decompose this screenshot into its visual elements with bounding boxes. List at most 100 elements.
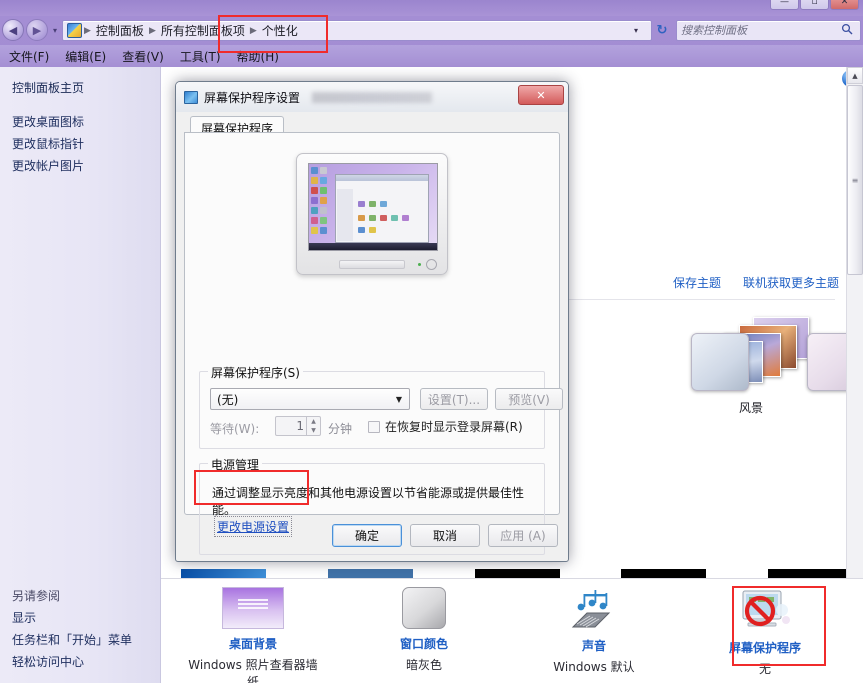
back-icon[interactable]: ◀ — [2, 19, 24, 41]
dialog-close-button[interactable]: ✕ — [518, 85, 564, 105]
desktop-background-icon — [222, 587, 284, 629]
close-button[interactable]: ✕ — [830, 0, 859, 10]
bottom-item-subtitle: Windows 默认 — [553, 660, 635, 674]
breadcrumb-separator: ▶ — [84, 25, 91, 36]
menu-tools[interactable]: 工具(T) — [173, 46, 228, 67]
scrollbar-thumb[interactable]: ≡ — [847, 85, 863, 275]
breadcrumb-item-all-items[interactable]: 所有控制面板项 — [158, 22, 248, 39]
stepper-down-icon[interactable]: ▼ — [306, 426, 320, 435]
theme-actions: 保存主题 联机获取更多主题 — [673, 274, 839, 291]
dialog-title-blurred-region — [312, 91, 433, 103]
chevron-down-icon[interactable]: ▼ — [390, 390, 408, 408]
screensaver-dropdown[interactable]: (无) ▼ — [210, 388, 410, 410]
ok-button[interactable]: 确定 — [332, 524, 402, 547]
screensaver-settings-dialog[interactable]: 屏幕保护程序设置 ✕ 屏幕保护程序 屏幕保护程序(S) (无) ▼ 设置(T).… — [175, 81, 569, 562]
bottom-item-title[interactable]: 屏幕保护程序 — [695, 639, 835, 656]
mini-control-panel-window — [335, 174, 429, 243]
window-color-icon — [402, 587, 446, 629]
minimize-button[interactable]: — — [770, 0, 799, 10]
see-also-section: 另请参阅 显示 任务栏和「开始」菜单 轻松访问中心 — [0, 585, 161, 673]
monitor-led-icon — [418, 263, 421, 266]
screensaver-icon — [734, 587, 796, 633]
sound-icon — [565, 587, 623, 631]
save-theme-link[interactable]: 保存主题 — [673, 274, 721, 291]
dialog-tab-page: 屏幕保护程序(S) (无) ▼ 设置(T)... 预览(V) 等待(W): 1 … — [184, 132, 563, 555]
show-logon-screen-checkbox[interactable]: 在恢复时显示登录屏幕(R) — [368, 418, 523, 435]
theme-selected-tile — [691, 333, 749, 391]
bottom-item-subtitle: 暗灰色 — [405, 658, 442, 672]
dialog-button-row: 确定 取消 应用 (A) — [332, 524, 558, 547]
monitor-preview — [296, 153, 448, 275]
monitor-stand — [339, 260, 405, 269]
checkbox-label: 在恢复时显示登录屏幕(R) — [385, 420, 523, 434]
power-group-label: 电源管理 — [208, 456, 263, 473]
change-power-settings-link[interactable]: 更改电源设置 — [214, 516, 293, 537]
search-icon[interactable] — [841, 23, 853, 38]
sidebar-item-change-desktop-icons[interactable]: 更改桌面图标 — [0, 111, 160, 133]
get-more-themes-online-link[interactable]: 联机获取更多主题 — [743, 274, 839, 291]
wait-unit-label: 分钟 — [328, 422, 353, 436]
bottom-item-desktop-background[interactable]: 桌面背景 Windows 照片查看器墙纸 — [183, 587, 323, 683]
theme-label: 风景 — [738, 401, 763, 415]
sidebar-item-control-panel-home[interactable]: 控制面板主页 — [0, 77, 160, 99]
wait-minutes-value: 1 — [296, 419, 304, 433]
control-panel-icon — [67, 23, 82, 38]
window-control-buttons: — ▫ ✕ — [770, 0, 859, 10]
sidebar-item-ease-of-access-center[interactable]: 轻松访问中心 — [0, 651, 161, 673]
cancel-button[interactable]: 取消 — [410, 524, 480, 547]
mini-window-titlebar — [336, 175, 428, 181]
bottom-item-window-color[interactable]: 窗口颜色 暗灰色 — [354, 587, 494, 673]
menu-view[interactable]: 查看(V) — [115, 46, 171, 67]
maximize-button[interactable]: ▫ — [800, 0, 829, 10]
bottom-item-subtitle: Windows 照片查看器墙纸 — [188, 658, 318, 683]
breadcrumb[interactable]: ▶ 控制面板 ▶ 所有控制面板项 ▶ 个性化 — [62, 20, 652, 41]
screensaver-group-label: 屏幕保护程序(S) — [208, 364, 303, 381]
screensaver-settings-icon — [184, 90, 198, 104]
recent-pages-chevron-down-icon[interactable]: ▾ — [50, 27, 60, 35]
breadcrumb-separator: ▶ — [249, 25, 257, 36]
breadcrumb-separator: ▶ — [148, 25, 156, 36]
bottom-item-subtitle: 无 — [758, 662, 771, 676]
screensaver-preview-button[interactable]: 预览(V) — [495, 388, 563, 410]
screensaver-settings-button[interactable]: 设置(T)... — [420, 388, 488, 410]
search-box[interactable] — [676, 20, 861, 41]
bottom-item-title[interactable]: 窗口颜色 — [354, 635, 494, 652]
sidebar-item-change-mouse-pointers[interactable]: 更改鼠标指针 — [0, 133, 160, 155]
desktop-icons-preview — [311, 167, 333, 242]
breadcrumb-item-control-panel[interactable]: 控制面板 — [93, 22, 147, 39]
scroll-up-icon[interactable]: ▲ — [847, 67, 863, 84]
bottom-item-title[interactable]: 桌面背景 — [183, 635, 323, 652]
breadcrumb-item-personalization[interactable]: 个性化 — [259, 22, 301, 39]
monitor-power-button-icon — [426, 259, 437, 270]
mini-taskbar — [309, 243, 437, 250]
monitor-screen — [308, 163, 438, 251]
window-titlebar — [0, 0, 863, 16]
sidebar-item-change-account-picture[interactable]: 更改帐户图片 — [0, 155, 160, 177]
sidebar-item-display[interactable]: 显示 — [0, 607, 161, 629]
power-description: 通过调整显示亮度和其他电源设置以节省能源或提供最佳性能。 — [212, 486, 525, 517]
apply-button[interactable]: 应用 (A) — [488, 524, 558, 547]
sidebar-item-taskbar-start-menu[interactable]: 任务栏和「开始」菜单 — [0, 629, 161, 651]
mini-window-sidebar — [337, 189, 353, 241]
stepper-up-icon[interactable]: ▲ — [306, 417, 320, 426]
bottom-item-screensaver[interactable]: 屏幕保护程序 无 — [695, 587, 835, 677]
menu-edit[interactable]: 编辑(E) — [58, 46, 113, 67]
bottom-item-title[interactable]: 声音 — [524, 637, 664, 654]
stepper-buttons[interactable]: ▲ ▼ — [306, 417, 320, 435]
sidebar: 控制面板主页 更改桌面图标 更改鼠标指针 更改帐户图片 另请参阅 显示 任务栏和… — [0, 67, 161, 683]
bottom-item-sound[interactable]: 声音 Windows 默认 — [524, 587, 664, 675]
see-also-heading: 另请参阅 — [12, 589, 61, 603]
forward-icon[interactable]: ▶ — [26, 19, 48, 41]
theme-item-landscape[interactable]: 风景 — [691, 315, 811, 415]
search-input[interactable] — [681, 24, 841, 37]
menu-help[interactable]: 帮助(H) — [230, 46, 286, 67]
wait-minutes-stepper[interactable]: 1 ▲ ▼ — [275, 416, 321, 436]
checkbox-box[interactable] — [368, 420, 380, 433]
dialog-titlebar: 屏幕保护程序设置 — [176, 82, 568, 112]
dialog-title: 屏幕保护程序设置 — [204, 90, 301, 105]
menu-file[interactable]: 文件(F) — [2, 46, 56, 67]
address-chevron-down-icon[interactable]: ▾ — [634, 26, 638, 35]
refresh-icon[interactable]: ↻ — [653, 22, 671, 39]
screensaver-groupbox: 屏幕保护程序(S) (无) ▼ 设置(T)... 预览(V) 等待(W): 1 … — [199, 364, 563, 449]
